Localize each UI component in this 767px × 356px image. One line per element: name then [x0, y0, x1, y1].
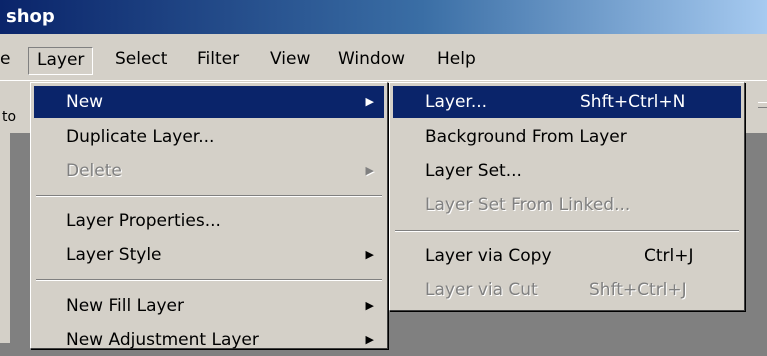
submenu-item-layer-via-copy[interactable]: Layer via Copy Ctrl+J: [393, 240, 741, 272]
menu-separator: [395, 230, 739, 232]
submenu-arrow-icon: ▶: [365, 299, 374, 312]
menu-help[interactable]: Help: [437, 47, 476, 73]
submenu-arrow-icon: ▶: [365, 95, 374, 108]
menu-item-duplicate-layer[interactable]: Duplicate Layer...: [34, 121, 384, 153]
submenu-item-layer-via-cut[interactable]: Layer via Cut Shft+Ctrl+J: [393, 274, 741, 306]
menu-layer[interactable]: Layer: [28, 47, 94, 75]
submenu-item-layer[interactable]: Layer... Shft+Ctrl+N: [393, 86, 741, 118]
toolbar-grip[interactable]: [758, 102, 767, 108]
menu-separator: [36, 279, 382, 281]
shortcut-label: Shft+Ctrl+N: [580, 92, 686, 112]
new-submenu: Layer... Shft+Ctrl+N Background From Lay…: [389, 82, 745, 311]
submenu-item-layer-set-from-linked[interactable]: Layer Set From Linked...: [393, 189, 741, 221]
menu-item-layer-style[interactable]: Layer Style ▶: [34, 239, 384, 271]
left-panel: [0, 132, 10, 343]
submenu-arrow-icon: ▶: [365, 333, 374, 346]
submenu-item-background-from-layer[interactable]: Background From Layer: [393, 121, 741, 153]
menu-item-new-adjustment-layer[interactable]: New Adjustment Layer ▶: [34, 324, 384, 356]
menu-filter[interactable]: Filter: [197, 47, 239, 73]
menu-item-layer-properties[interactable]: Layer Properties...: [34, 205, 384, 237]
menu-item-new[interactable]: New ▶: [34, 86, 384, 118]
menu-edit-partial[interactable]: e: [0, 47, 10, 73]
submenu-arrow-icon: ▶: [365, 164, 374, 177]
shortcut-label: Ctrl+J: [644, 246, 694, 266]
menu-item-delete[interactable]: Delete ▶: [34, 155, 384, 187]
title-bar: shop: [0, 0, 767, 34]
submenu-arrow-icon: ▶: [365, 248, 374, 261]
toolbar-edge-text: to: [2, 109, 17, 125]
menu-view[interactable]: View: [270, 47, 310, 73]
layer-menu: New ▶ Duplicate Layer... Delete ▶ Layer …: [30, 82, 388, 350]
submenu-item-layer-set[interactable]: Layer Set...: [393, 155, 741, 187]
menu-bar: e Layer Select Filter View Window Help: [0, 34, 767, 80]
menu-select[interactable]: Select: [115, 47, 167, 73]
window-title: shop: [6, 6, 55, 27]
menu-separator: [36, 195, 382, 197]
shortcut-label: Shft+Ctrl+J: [589, 280, 687, 300]
menu-window[interactable]: Window: [338, 47, 405, 73]
menu-item-new-fill-layer[interactable]: New Fill Layer ▶: [34, 290, 384, 322]
